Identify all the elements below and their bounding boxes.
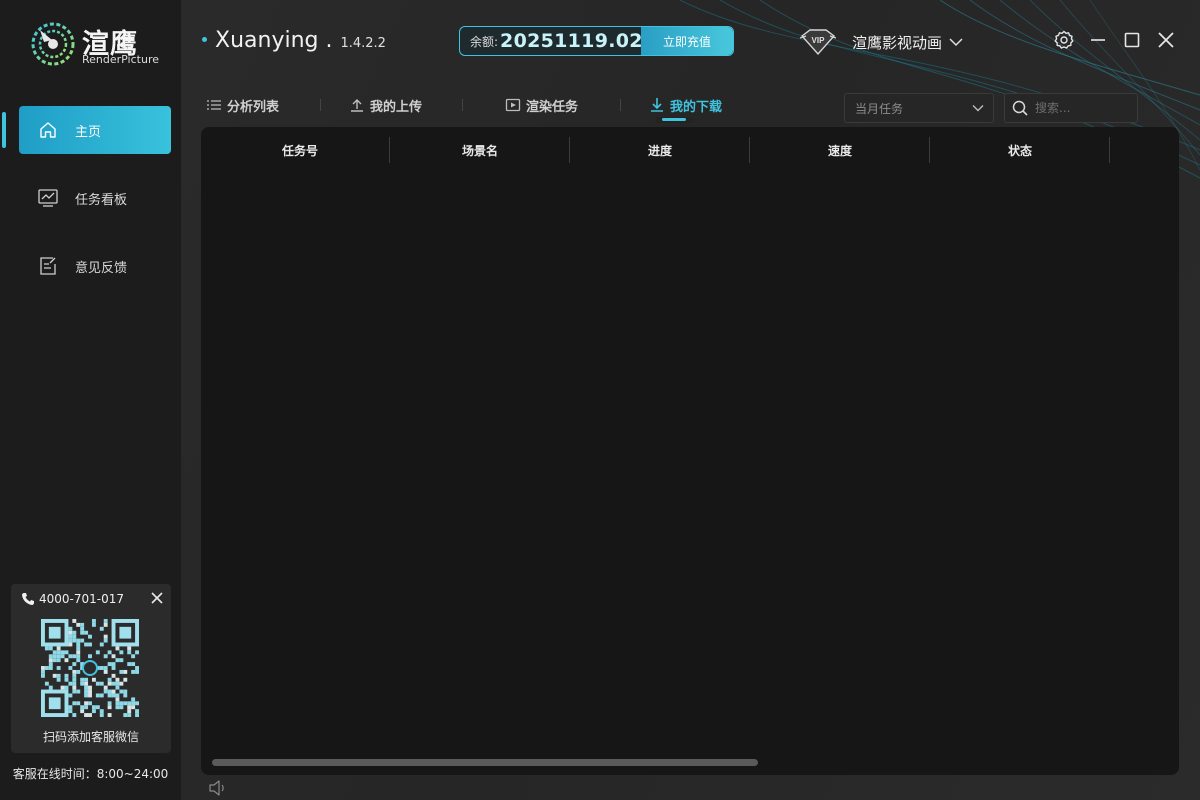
list-icon (207, 100, 221, 110)
qr-caption: 扫码添加客服微信 (42, 730, 139, 744)
tab-divider (462, 99, 464, 111)
maximize-button[interactable] (1120, 28, 1144, 52)
settings-button[interactable] (1052, 28, 1076, 52)
tab-render-tasks[interactable]: 渲染任务 (505, 93, 578, 117)
column-header-speed[interactable]: 速度 (750, 137, 930, 163)
column-header-status[interactable]: 状态 (930, 137, 1110, 163)
maximize-icon (1124, 32, 1140, 48)
sidebar-item-label: 任务看板 (75, 192, 128, 208)
task-period-value: 当月任务 (855, 101, 904, 116)
search-icon (1012, 100, 1028, 116)
search-input[interactable] (1035, 101, 1135, 115)
render-icon (505, 98, 521, 112)
tab-my-uploads[interactable]: 我的上传 (349, 93, 422, 117)
download-table: 任务号 场景名 进度 速度 状态 (201, 127, 1179, 775)
recharge-button[interactable]: 立即充值 (641, 27, 733, 55)
sidebar-nav: 主页 任务看板 意见反馈 (19, 106, 171, 310)
column-header-task-id[interactable]: 任务号 (210, 137, 390, 163)
svg-text:VIP: VIP (812, 36, 826, 45)
chevron-down-icon (972, 105, 984, 112)
account-menu[interactable]: VIP 渲鹰影视动画 (798, 26, 964, 58)
tab-my-downloads[interactable]: 我的下载 (649, 93, 722, 117)
service-hours: 客服在线时间：8:00~24:00 (12, 767, 169, 781)
app-name: Xuanying . (215, 28, 333, 53)
upload-icon (351, 99, 364, 112)
app-title: Xuanying . 1.4.2.2 (202, 28, 386, 53)
sidebar-item-label: 意见反馈 (75, 260, 128, 276)
feedback-icon (37, 255, 59, 277)
tab-analysis-list[interactable]: 分析列表 (206, 93, 279, 117)
window-controls (1042, 28, 1178, 52)
logo-text-en: RenderPicture (82, 53, 159, 66)
sidebar-item-feedback[interactable]: 意见反馈 (19, 242, 171, 290)
balance-label: 余额: (470, 34, 499, 49)
search-box (1004, 93, 1138, 123)
support-phone-number: 4000-701-017 (39, 592, 125, 606)
support-card: 4000-701-017 扫码添加客服微信 (11, 584, 171, 753)
app-version: 1.4.2.2 (340, 36, 386, 51)
balance-value: 20251119.02 (500, 30, 643, 52)
download-icon (651, 98, 664, 112)
account-name: 渲鹰影视动画 (852, 33, 943, 52)
minimize-icon (1091, 39, 1105, 41)
sidebar-item-task-board[interactable]: 任务看板 (19, 174, 171, 222)
logo-mark-icon (31, 22, 75, 66)
close-window-button[interactable] (1154, 28, 1178, 52)
gear-icon (1054, 30, 1074, 49)
tab-divider (620, 99, 622, 111)
vip-icon: VIP (799, 29, 837, 56)
nav-active-indicator (2, 112, 6, 148)
balance-panel: 余额: 20251119.02 立即充值 (459, 26, 734, 56)
app-window: 渲鹰 RenderPicture 主页 任务看板 意见反馈 4000-701-0… (0, 0, 1200, 800)
chart-board-icon (37, 187, 59, 209)
tab-label: 渲染任务 (526, 99, 579, 115)
volume-icon[interactable] (208, 779, 228, 797)
horizontal-scrollbar[interactable] (212, 759, 758, 766)
column-header-progress[interactable]: 进度 (570, 137, 750, 163)
tab-label: 我的上传 (370, 99, 423, 115)
tab-bar: 分析列表 我的上传 渲染任务 我的下载 (206, 92, 722, 118)
column-header-scene-name[interactable]: 场景名 (390, 137, 570, 163)
phone-icon (22, 593, 34, 605)
title-dot-icon (202, 37, 207, 42)
brand-logo: 渲鹰 RenderPicture (30, 20, 160, 70)
active-tab-underline (655, 117, 693, 123)
table-header: 任务号 场景名 进度 速度 状态 (201, 137, 1110, 163)
close-icon[interactable] (149, 590, 165, 606)
sidebar: 渲鹰 RenderPicture 主页 任务看板 意见反馈 4000-701-0… (0, 0, 181, 800)
home-icon (37, 119, 59, 141)
tab-label: 我的下载 (670, 99, 723, 115)
chevron-down-icon (949, 38, 963, 47)
wechat-qr-code (41, 619, 139, 717)
close-icon (1158, 32, 1174, 48)
sidebar-item-label: 主页 (75, 124, 102, 140)
tab-label: 分析列表 (227, 99, 280, 115)
support-phone: 4000-701-017 (21, 592, 124, 606)
sidebar-item-home[interactable]: 主页 (19, 106, 171, 154)
minimize-button[interactable] (1086, 28, 1110, 52)
tab-divider (320, 99, 322, 111)
task-period-select[interactable]: 当月任务 (844, 93, 994, 123)
